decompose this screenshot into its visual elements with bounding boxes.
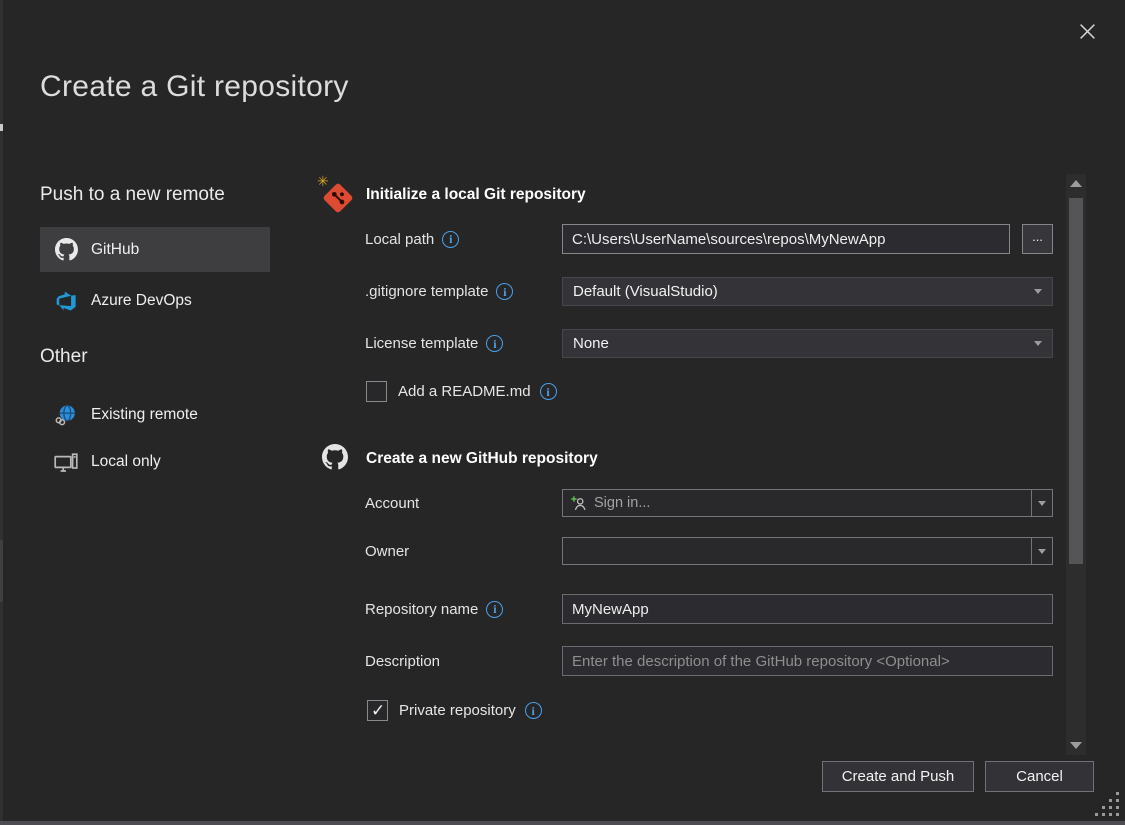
browse-button[interactable]: ... (1022, 224, 1053, 254)
github-icon (322, 444, 348, 470)
description-input[interactable] (562, 646, 1053, 676)
close-icon (1078, 22, 1097, 41)
gitignore-selected-value: Default (VisualStudio) (573, 283, 718, 300)
owner-combobox[interactable] (562, 537, 1053, 565)
gitignore-template-dropdown[interactable]: Default (VisualStudio) (562, 277, 1053, 306)
local-path-label-row: Local path (365, 224, 459, 254)
info-icon[interactable] (486, 601, 503, 618)
license-selected-value: None (573, 335, 609, 352)
cancel-button[interactable]: Cancel (985, 761, 1094, 792)
owner-dropdown-arrow[interactable] (1031, 538, 1052, 564)
account-value: Sign in... (594, 495, 650, 511)
section-title-create-github: Create a new GitHub repository (366, 450, 598, 468)
add-readme-label-row: Add a README.md (398, 381, 557, 402)
info-icon[interactable] (486, 335, 503, 352)
close-button[interactable] (1070, 14, 1104, 48)
info-icon[interactable] (540, 383, 557, 400)
info-icon[interactable] (496, 283, 513, 300)
section-title-initialize-local: Initialize a local Git repository (366, 186, 586, 204)
triangle-up-icon (1070, 180, 1082, 187)
background-window-tick (0, 124, 3, 131)
scrollbar-thumb[interactable] (1069, 198, 1083, 564)
globe-link-icon (54, 403, 78, 427)
sidebar-item-label: Azure DevOps (91, 292, 192, 310)
dialog-title: Create a Git repository (40, 70, 349, 104)
resize-grip[interactable] (1095, 792, 1098, 795)
sidebar-item-label: GitHub (91, 241, 139, 259)
sidebar-item-local-only[interactable]: Local only (40, 441, 270, 483)
add-readme-checkbox[interactable] (366, 381, 387, 402)
repository-name-label-row: Repository name (365, 594, 503, 624)
scroll-down-button[interactable] (1066, 738, 1086, 753)
add-readme-label: Add a README.md (398, 383, 531, 400)
scroll-up-button[interactable] (1066, 176, 1086, 191)
vertical-scrollbar[interactable] (1066, 174, 1086, 755)
description-label: Description (365, 646, 440, 676)
sidebar-item-label: Existing remote (91, 406, 198, 424)
gitignore-label-row: .gitignore template (365, 277, 513, 306)
repository-name-input[interactable] (562, 594, 1053, 624)
info-icon[interactable] (525, 702, 542, 719)
create-and-push-button[interactable]: Create and Push (822, 761, 974, 792)
sidebar-item-existing-remote[interactable]: Existing remote (40, 394, 270, 436)
git-new-repo-icon (320, 180, 354, 214)
local-path-input[interactable] (562, 224, 1010, 254)
background-window-block (0, 540, 3, 602)
triangle-down-icon (1070, 742, 1082, 749)
license-label-row: License template (365, 329, 503, 358)
add-user-icon (570, 495, 587, 512)
private-repository-checkbox[interactable] (367, 700, 388, 721)
chevron-down-icon (1034, 289, 1042, 294)
github-icon (54, 238, 78, 262)
private-repository-label-row: Private repository (399, 700, 542, 721)
local-path-label: Local path (365, 231, 434, 248)
chevron-down-icon (1038, 501, 1046, 506)
license-label: License template (365, 335, 478, 352)
window-bottom-border (0, 821, 1125, 825)
info-icon[interactable] (442, 231, 459, 248)
owner-label: Owner (365, 537, 409, 565)
account-label: Account (365, 489, 419, 517)
sidebar-heading-push: Push to a new remote (40, 184, 225, 206)
chevron-down-icon (1034, 341, 1042, 346)
account-combobox[interactable]: Sign in... (562, 489, 1053, 517)
repository-name-label: Repository name (365, 601, 478, 618)
account-dropdown-arrow[interactable] (1031, 490, 1052, 516)
gitignore-label: .gitignore template (365, 283, 488, 300)
sidebar-item-github[interactable]: GitHub (40, 227, 270, 272)
sidebar-heading-other: Other (40, 346, 88, 368)
create-git-repository-dialog: Create a Git repository Push to a new re… (0, 0, 1125, 825)
sidebar-item-azure-devops[interactable]: Azure DevOps (40, 280, 270, 322)
chevron-down-icon (1038, 549, 1046, 554)
sidebar-item-label: Local only (91, 453, 161, 471)
computer-icon (54, 450, 78, 474)
private-repository-label: Private repository (399, 702, 516, 719)
license-template-dropdown[interactable]: None (562, 329, 1053, 358)
azure-devops-icon (54, 289, 78, 313)
